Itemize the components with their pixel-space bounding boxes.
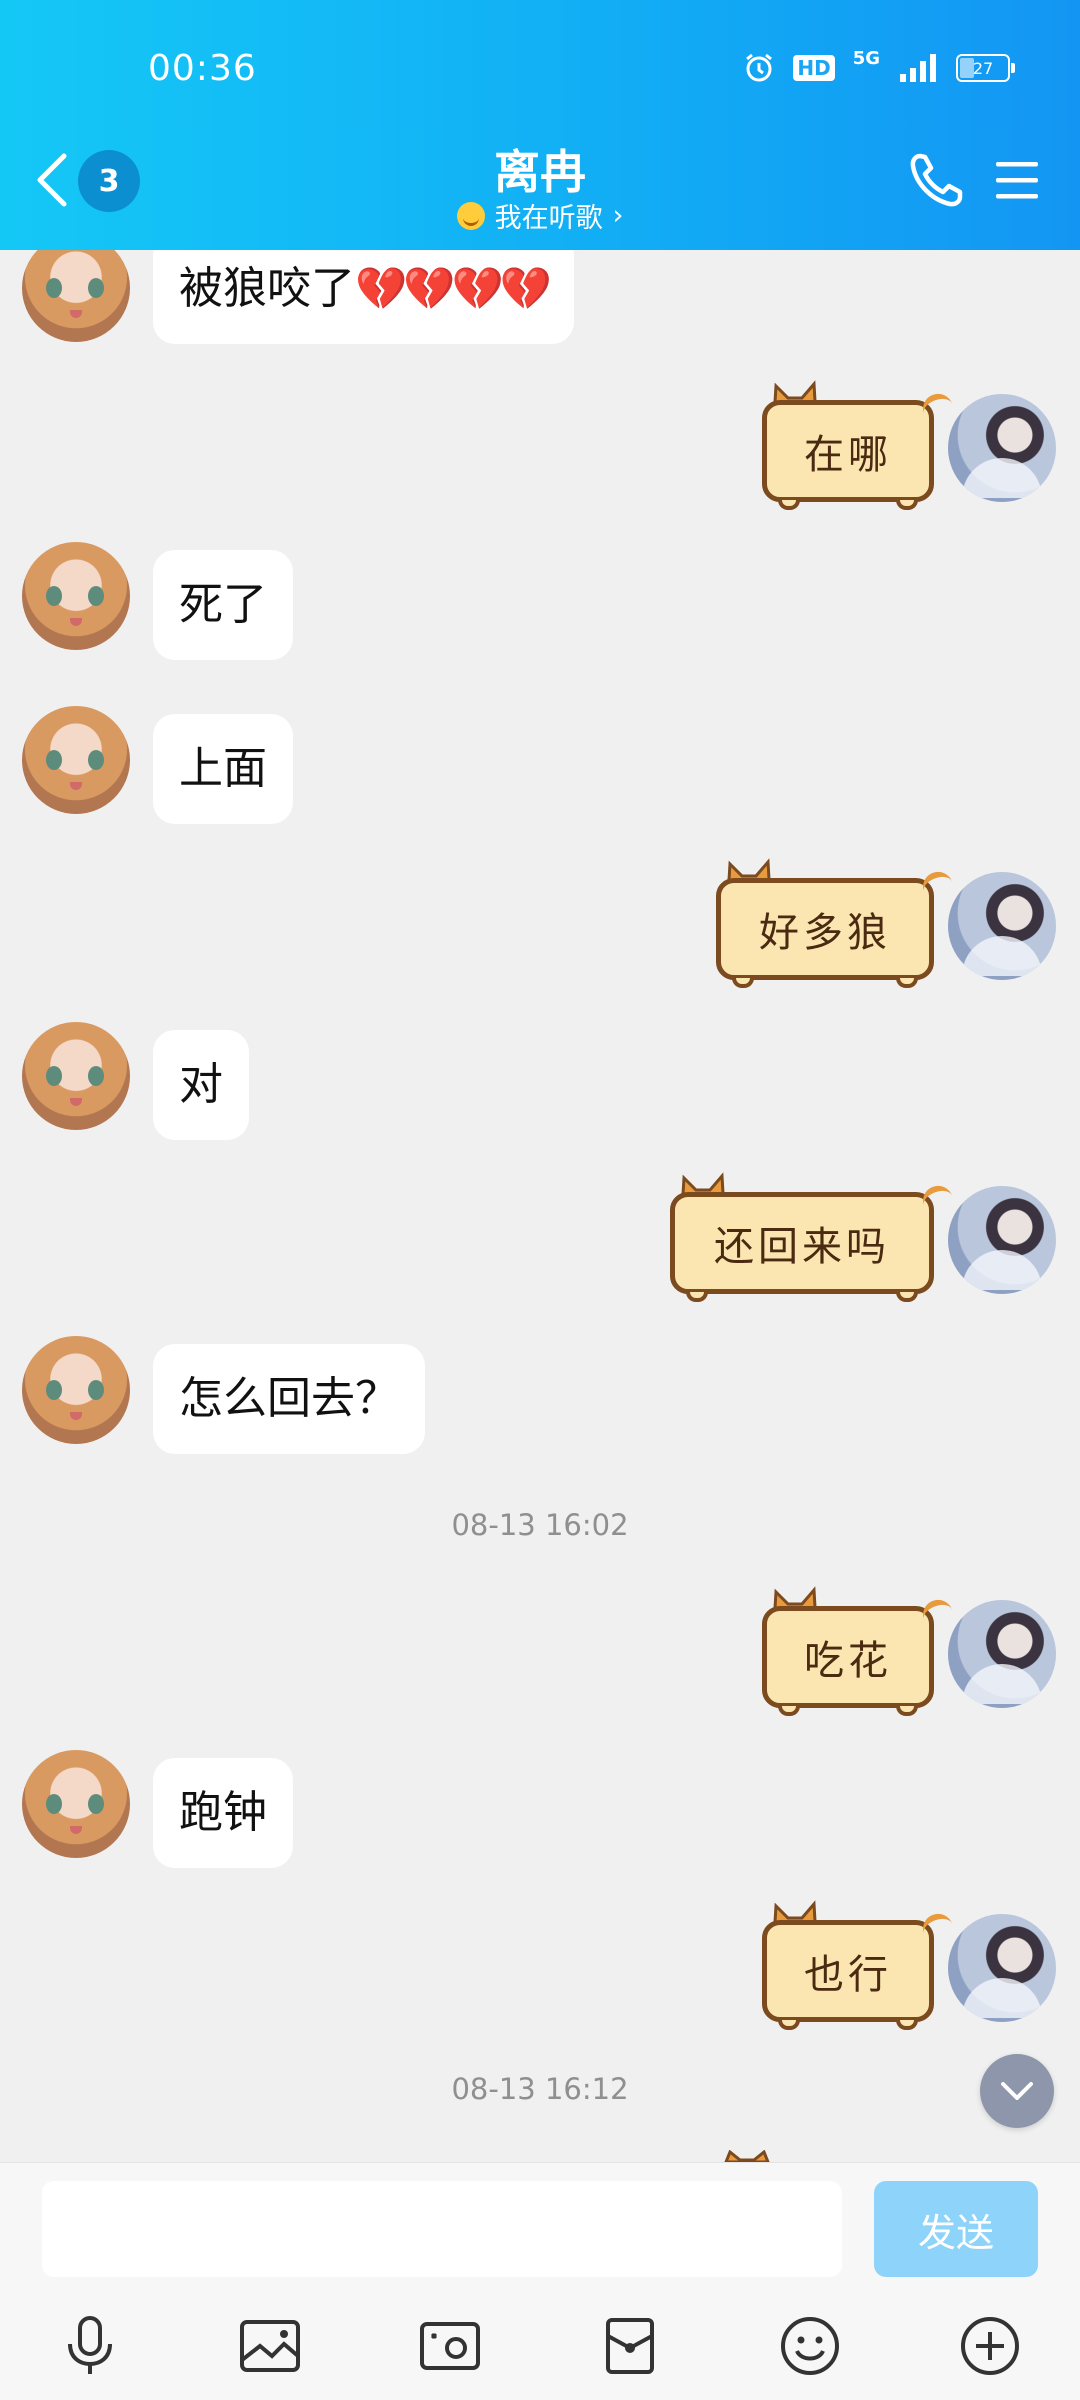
self-avatar[interactable]	[948, 1186, 1056, 1294]
message-timestamp: 08-13 16:02	[451, 1508, 629, 1542]
self-avatar[interactable]	[948, 394, 1056, 502]
red-packet-icon	[606, 2318, 654, 2374]
composer-bar: 发送	[0, 2162, 1080, 2290]
microphone-icon	[68, 2316, 112, 2374]
self-avatar[interactable]	[948, 872, 1056, 980]
sticker-message[interactable]: 吃花	[762, 1586, 956, 1716]
signal-icon	[900, 54, 936, 82]
more-button[interactable]	[950, 2306, 1030, 2386]
chat-header: 00:36 HD 5G 27 3 离冉 我在听歌 ›	[0, 0, 1080, 250]
broken-heart-emojis: 💔💔💔💔	[355, 264, 552, 313]
self-avatar[interactable]	[948, 1600, 1056, 1708]
sticker-message[interactable]: 还回来吗	[670, 1172, 956, 1302]
alarm-icon	[746, 53, 773, 82]
contact-avatar[interactable]	[22, 250, 130, 342]
emoji-icon	[781, 2317, 839, 2375]
chevron-down-icon	[1001, 2082, 1033, 2100]
message-bubble[interactable]: 死了	[153, 550, 293, 660]
battery-icon: 27	[956, 54, 1015, 82]
message-bubble[interactable]: 对	[153, 1030, 249, 1140]
camera-icon	[420, 2322, 480, 2370]
contact-avatar[interactable]	[22, 706, 130, 814]
status-text: 我在听歌	[494, 203, 603, 234]
emoji-button[interactable]	[770, 2306, 850, 2386]
chevron-right-icon: ›	[612, 200, 624, 231]
message-bubble[interactable]: 怎么回去？	[153, 1344, 425, 1454]
composer-toolbar	[0, 2290, 1080, 2400]
message-bubble[interactable]: 被狼咬了💔💔💔💔	[153, 250, 575, 344]
image-icon	[240, 2320, 300, 2372]
self-avatar[interactable]	[948, 1914, 1056, 2022]
contact-avatar[interactable]	[22, 1022, 130, 1130]
send-button[interactable]: 发送	[874, 2181, 1038, 2277]
cat-sticker-icon	[724, 2150, 770, 2162]
status-icons: HD 5G 27	[743, 48, 1015, 84]
contact-avatar[interactable]	[22, 1750, 130, 1858]
smile-emoji-icon	[456, 201, 485, 230]
hd-badge: HD	[793, 55, 835, 81]
phone-call-icon[interactable]	[908, 150, 966, 210]
message-list[interactable]: 被狼咬了💔💔💔💔 在哪 死了 上面 好多狼 对 还回来吗 怎么回去？ 08-13…	[0, 250, 1080, 2162]
contact-avatar[interactable]	[22, 1336, 130, 1444]
network-label: 5G	[852, 47, 880, 69]
status-time: 00:36	[148, 48, 257, 89]
sticker-message[interactable]: 好多狼	[716, 858, 956, 988]
message-bubble[interactable]: 跑钟	[153, 1758, 293, 1868]
voice-button[interactable]	[50, 2306, 130, 2386]
sticker-message[interactable]: 也行	[762, 1900, 956, 2030]
menu-icon[interactable]	[994, 158, 1040, 202]
photo-button[interactable]	[230, 2306, 310, 2386]
contact-avatar[interactable]	[22, 542, 130, 650]
message-input[interactable]	[42, 2181, 842, 2277]
sticker-message[interactable]: 在哪	[762, 380, 956, 510]
message-bubble[interactable]: 上面	[153, 714, 293, 824]
message-timestamp: 08-13 16:12	[451, 2072, 629, 2106]
scroll-to-bottom-button[interactable]	[980, 2054, 1054, 2128]
camera-button[interactable]	[410, 2306, 490, 2386]
plus-icon	[961, 2317, 1019, 2375]
red-packet-button[interactable]	[590, 2306, 670, 2386]
battery-level: 27	[972, 58, 994, 78]
